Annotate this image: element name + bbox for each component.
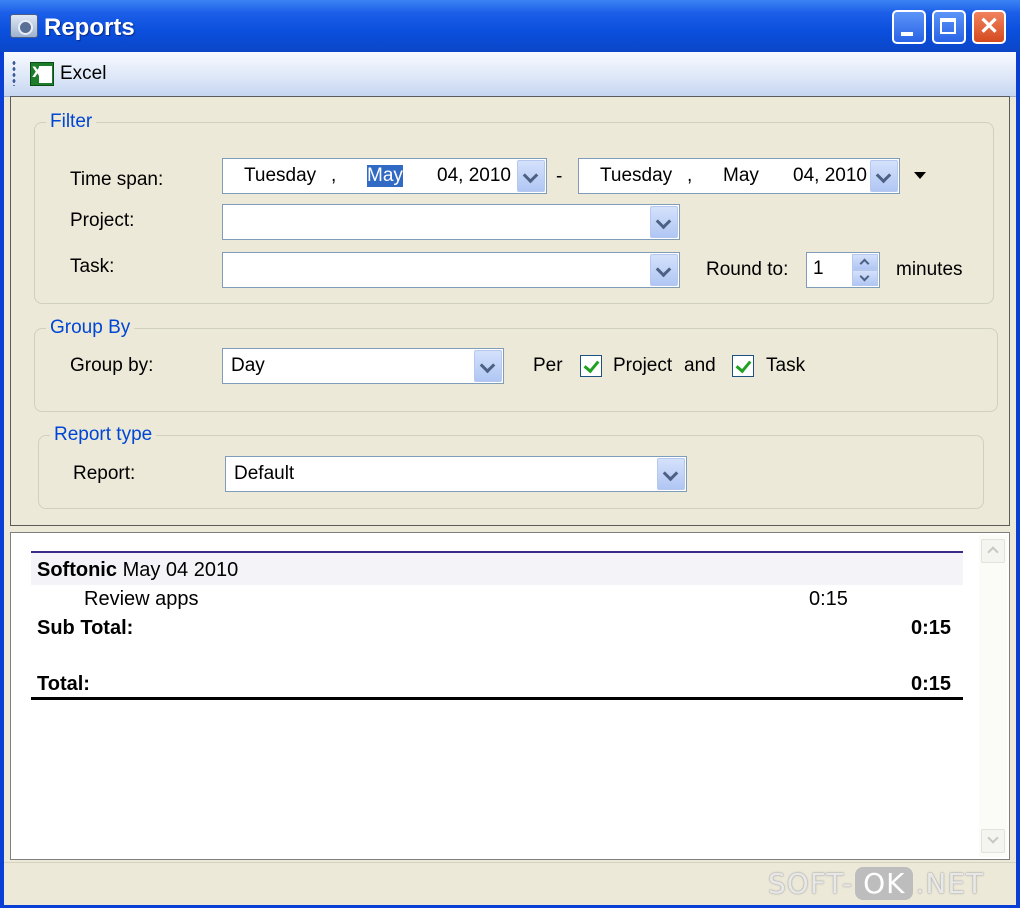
watermark-right: .NET (915, 866, 985, 900)
per-label: Per (533, 355, 563, 376)
report-item-name: Review apps (84, 588, 199, 610)
group-by-legend: Group By (46, 317, 135, 339)
to-weekday-sep: , (687, 165, 693, 186)
excel-icon (30, 62, 54, 86)
task-dropdown-icon[interactable] (650, 254, 678, 286)
group-by-label: Group by: (70, 355, 154, 376)
to-weekday[interactable]: Tuesday (600, 165, 672, 187)
scroll-down-arrow-icon[interactable] (981, 829, 1005, 853)
watermark-left: SOFT- (768, 866, 854, 900)
minimize-button[interactable] (892, 10, 926, 44)
report-subtotal-label: Sub Total: (37, 617, 134, 639)
reports-window: Reports ✕ Excel Filter Time span: Tuesda… (0, 0, 1020, 908)
from-date-dropdown-icon[interactable] (517, 160, 545, 192)
soft-ok-watermark: SOFT- OK .NET (768, 862, 984, 904)
round-to-value[interactable]: 1 (813, 258, 824, 280)
time-span-label: Time span: (70, 169, 164, 190)
to-date-picker[interactable]: Tuesday , May 04, 2010 (578, 158, 900, 194)
excel-export-button[interactable]: Excel (26, 60, 112, 88)
report-subtotal-value: 0:15 (911, 617, 952, 639)
from-month[interactable]: May (367, 165, 403, 187)
per-project-label[interactable]: Project (613, 355, 672, 377)
close-icon: ✕ (978, 13, 1000, 40)
project-label: Project: (70, 210, 135, 231)
report-total-value: 0:15 (911, 673, 952, 695)
group-by-dropdown-icon[interactable] (474, 350, 502, 382)
spin-up-arrow-icon[interactable] (852, 254, 878, 270)
from-weekday-sep: , (331, 165, 337, 186)
title-bar[interactable]: Reports ✕ (0, 0, 1020, 52)
task-label: Task: (70, 256, 115, 277)
watermark-mid: OK (855, 866, 914, 900)
round-to-spinner[interactable]: 1 (806, 252, 880, 288)
per-project-checkbox[interactable] (580, 355, 602, 377)
report-group-date: May 04 2010 (122, 559, 239, 581)
spin-down-arrow-icon[interactable] (852, 270, 878, 286)
to-month[interactable]: May (723, 165, 759, 187)
report-total-label: Total: (37, 673, 90, 695)
maximize-button[interactable] (932, 10, 966, 44)
minutes-label: minutes (896, 259, 963, 280)
per-task-checkbox[interactable] (732, 355, 754, 377)
to-day-year[interactable]: 04, 2010 (793, 165, 867, 187)
from-weekday[interactable]: Tuesday (244, 165, 316, 187)
report-total-rule (31, 697, 963, 700)
report-group-row-text: Softonic May 04 2010 (37, 559, 238, 582)
report-value: Default (234, 463, 295, 484)
excel-button-label: Excel (60, 63, 107, 84)
and-label: and (684, 355, 716, 376)
group-by-value: Day (231, 355, 265, 376)
report-group-name: Softonic (37, 559, 117, 581)
task-combo[interactable] (222, 252, 680, 288)
reports-app-icon (10, 14, 38, 38)
from-date-picker[interactable]: Tuesday , May 04, 2010 (222, 158, 547, 194)
report-combo[interactable]: Default (225, 456, 687, 492)
project-dropdown-icon[interactable] (650, 206, 678, 238)
filter-legend: Filter (46, 111, 97, 133)
report-scrollbar[interactable] (979, 535, 1007, 857)
group-by-group (34, 328, 998, 412)
to-date-dropdown-icon[interactable] (870, 160, 898, 192)
report-dropdown-icon[interactable] (657, 458, 685, 490)
group-by-combo[interactable]: Day (222, 348, 504, 384)
report-output[interactable]: Softonic May 04 2010 Review apps 0:15 Su… (10, 532, 1010, 860)
report-item-time: 0:15 (809, 588, 848, 610)
window-title: Reports (44, 14, 135, 41)
toolbar: Excel (4, 52, 1016, 97)
date-range-menu-arrow-icon[interactable] (914, 172, 926, 179)
project-combo[interactable] (222, 204, 680, 240)
from-day-year[interactable]: 04, 2010 (437, 165, 511, 187)
report-label: Report: (73, 463, 136, 484)
date-range-separator: - (556, 166, 563, 187)
per-task-label[interactable]: Task (766, 355, 805, 377)
report-type-legend: Report type (50, 424, 157, 446)
close-button[interactable]: ✕ (972, 10, 1006, 44)
round-to-label: Round to: (706, 259, 789, 280)
scroll-up-arrow-icon[interactable] (981, 539, 1005, 563)
toolbar-grip-icon[interactable] (12, 60, 16, 86)
